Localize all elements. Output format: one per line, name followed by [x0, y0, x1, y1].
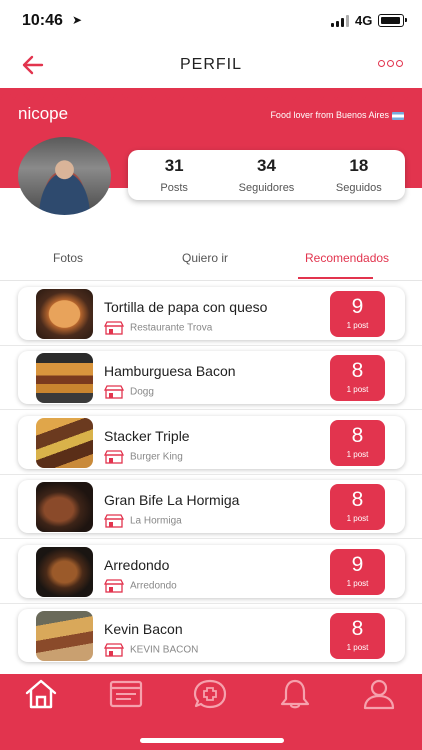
list-divider	[0, 538, 422, 539]
score-value: 8	[351, 424, 364, 447]
post-count: 1 post	[346, 321, 369, 330]
stat-posts[interactable]: 31 Posts	[128, 150, 220, 200]
stat-value: 34	[257, 156, 276, 175]
list-item[interactable]: Tortilla de papa con queso Restaurante T…	[18, 287, 405, 340]
dish-name: Arredondo	[104, 557, 170, 573]
score-badge: 8 1 post	[330, 420, 385, 466]
dish-photo	[36, 482, 93, 532]
restaurant-name: KEVIN BACON	[104, 643, 198, 657]
stat-following[interactable]: 18 Seguidos	[313, 150, 405, 200]
stat-value: 18	[349, 156, 369, 175]
store-icon	[104, 450, 124, 464]
list-divider	[0, 409, 422, 410]
post-count: 1 post	[346, 579, 369, 588]
list-item[interactable]: Hamburguesa Bacon Dogg 8 1 post	[18, 351, 405, 404]
more-dots-icon	[378, 60, 385, 67]
list-item[interactable]: Gran Bife La Hormiga La Hormiga 8 1 post	[18, 480, 405, 533]
restaurant-name: Arredondo	[104, 579, 177, 593]
tab-recomendados[interactable]: Recomendados	[305, 251, 389, 265]
store-icon	[104, 321, 124, 335]
profile-stats: 31 Posts 34 Seguidores 18 Seguidos	[128, 150, 405, 200]
home-indicator	[140, 738, 284, 743]
profile-icon[interactable]	[362, 678, 396, 710]
dish-photo	[36, 611, 93, 661]
profile-username: nicope	[18, 104, 69, 123]
status-time: 10:46	[22, 12, 63, 29]
restaurant-name: Burger King	[104, 450, 183, 464]
score-value: 8	[351, 359, 364, 382]
list-item[interactable]: Kevin Bacon KEVIN BACON 8 1 post	[18, 609, 405, 662]
dish-name: Hamburguesa Bacon	[104, 363, 236, 379]
list-divider	[0, 603, 422, 604]
dish-photo	[36, 547, 93, 597]
stat-value: 31	[164, 156, 184, 175]
status-bar: 10:46 ➤ 4G	[0, 0, 422, 42]
dish-photo	[36, 353, 93, 403]
score-badge: 8 1 post	[330, 484, 385, 530]
dish-photo	[36, 289, 93, 339]
store-icon	[104, 643, 124, 657]
list-item[interactable]: Arredondo Arredondo 9 1 post	[18, 545, 405, 598]
score-badge: 8 1 post	[330, 355, 385, 401]
header-wave-edge	[0, 93, 422, 100]
dish-name: Stacker Triple	[104, 428, 190, 444]
profile-tabs: Fotos Quiero ir Recomendados	[0, 245, 422, 281]
dish-name: Gran Bife La Hormiga	[104, 492, 240, 508]
profile-bio: Food lover from Buenos Aires	[270, 110, 404, 120]
score-value: 8	[351, 488, 364, 511]
active-tab-indicator	[298, 277, 373, 279]
restaurant-name: La Hormiga	[104, 514, 182, 528]
argentina-flag-icon	[392, 111, 404, 120]
more-options-button[interactable]	[378, 54, 404, 74]
post-count: 1 post	[346, 450, 369, 459]
post-count: 1 post	[346, 643, 369, 652]
restaurant-name: Dogg	[104, 385, 154, 399]
score-value: 9	[351, 553, 364, 576]
profile-avatar[interactable]	[18, 137, 111, 215]
tab-fotos[interactable]: Fotos	[53, 251, 83, 265]
signal-icon	[331, 15, 351, 27]
page-title: PERFIL	[179, 56, 242, 73]
battery-icon	[378, 14, 407, 27]
dish-name: Tortilla de papa con queso	[104, 299, 268, 315]
restaurant-name: Restaurante Trova	[104, 321, 212, 335]
network-type: 4G	[355, 13, 373, 28]
score-badge: 8 1 post	[330, 613, 385, 659]
dish-name: Kevin Bacon	[104, 621, 183, 637]
score-value: 8	[351, 617, 364, 640]
store-icon	[104, 385, 124, 399]
list-divider	[0, 474, 422, 475]
score-badge: 9 1 post	[330, 291, 385, 337]
store-icon	[104, 579, 124, 593]
home-icon[interactable]	[24, 678, 58, 710]
notifications-icon[interactable]	[278, 678, 312, 710]
store-icon	[104, 514, 124, 528]
feed-icon[interactable]	[109, 678, 143, 710]
dish-photo	[36, 418, 93, 468]
score-badge: 9 1 post	[330, 549, 385, 595]
stat-label: Seguidos	[335, 182, 382, 194]
location-arrow-icon: ➤	[72, 13, 83, 27]
add-post-icon[interactable]	[193, 678, 227, 710]
score-value: 9	[351, 295, 364, 318]
stat-label: Seguidores	[238, 182, 295, 194]
stat-label: Posts	[160, 182, 188, 194]
list-item[interactable]: Stacker Triple Burger King 8 1 post	[18, 416, 405, 469]
post-count: 1 post	[346, 385, 369, 394]
stat-followers[interactable]: 34 Seguidores	[220, 150, 312, 200]
list-divider	[0, 345, 422, 346]
post-count: 1 post	[346, 514, 369, 523]
bio-text: Food lover from Buenos Aires	[270, 110, 389, 120]
top-nav: PERFIL	[0, 42, 422, 88]
tab-quiero-ir[interactable]: Quiero ir	[182, 251, 228, 265]
